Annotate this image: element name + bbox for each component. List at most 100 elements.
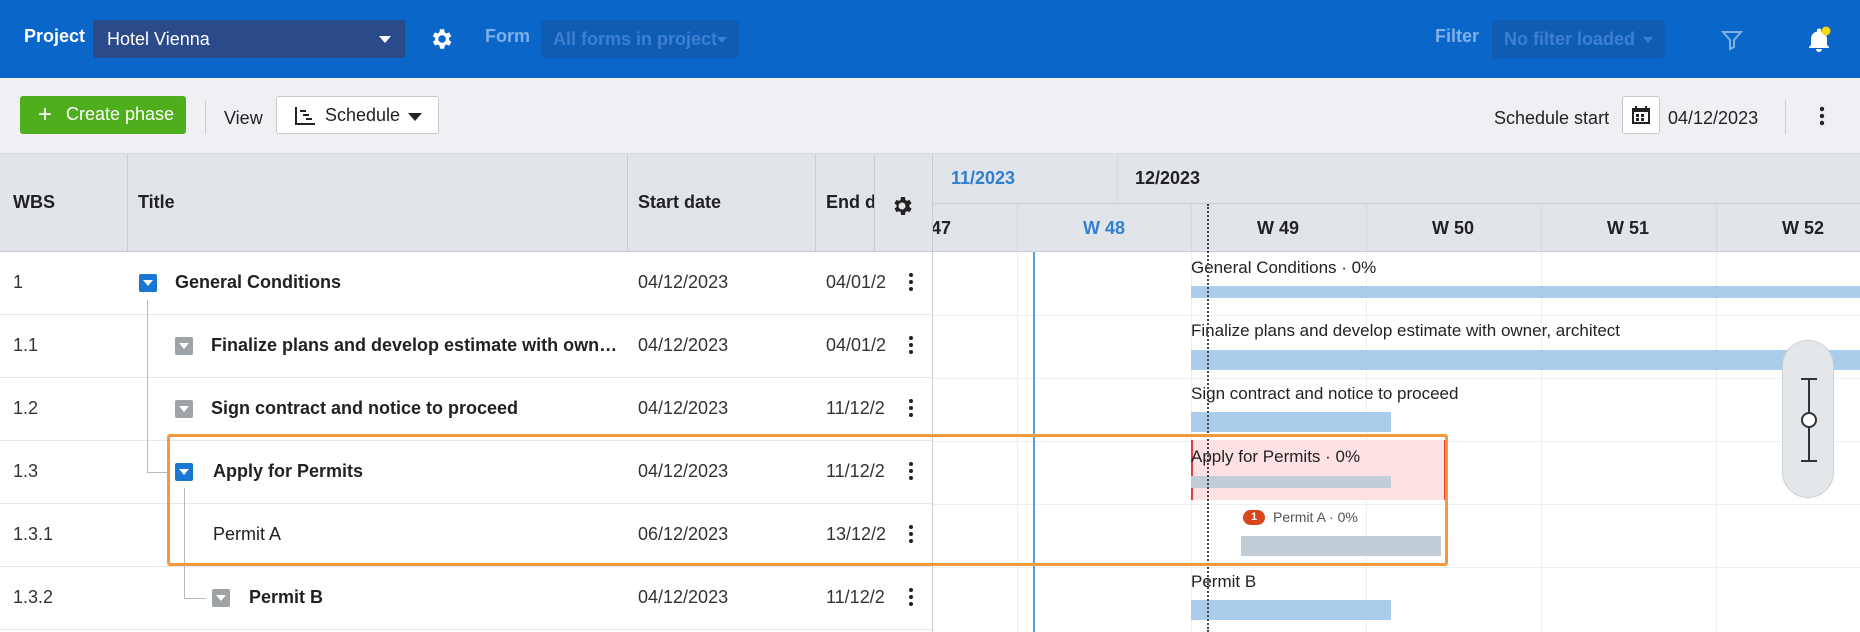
table-row[interactable]: 1.3.1 Permit A 06/12/2023 13/12/2 xyxy=(0,504,932,567)
project-label: Project xyxy=(24,26,86,46)
column-divider[interactable] xyxy=(627,154,628,252)
column-divider[interactable] xyxy=(815,154,816,252)
week-label: W 52 xyxy=(1781,218,1825,238)
row-end-date: 13/12/2 xyxy=(826,524,887,544)
today-marker xyxy=(1033,252,1035,632)
view-select[interactable]: Schedule xyxy=(276,96,439,134)
table-row[interactable]: 1.3 Apply for Permits 04/12/2023 11/12/2 xyxy=(0,441,932,504)
column-header-end-date[interactable]: End da xyxy=(826,192,876,213)
schedule-start-label: Schedule start xyxy=(1494,108,1610,128)
gantt-bar[interactable] xyxy=(1191,412,1391,432)
bar-label: General Conditions · 0% xyxy=(1191,258,1377,277)
row-menu-icon[interactable] xyxy=(902,333,920,357)
bar-label: Apply for Permits · 0% xyxy=(1191,447,1361,466)
month-label-current: 11/2023 xyxy=(951,168,1016,188)
month-label: 12/2023 xyxy=(1135,168,1201,188)
collapse-toggle-icon[interactable] xyxy=(139,274,157,292)
view-label: View xyxy=(224,108,263,128)
column-settings-gear-icon[interactable] xyxy=(890,194,914,218)
row-start-date: 04/12/2023 xyxy=(638,587,729,607)
create-phase-label: Create phase xyxy=(66,104,175,124)
column-divider xyxy=(874,154,875,252)
row-wbs: 1.2 xyxy=(13,398,39,418)
row-title[interactable]: Permit B xyxy=(249,587,619,608)
row-wbs: 1.3.2 xyxy=(13,587,54,607)
zoom-slider[interactable] xyxy=(1782,340,1834,498)
row-wbs: 1.3.1 xyxy=(13,524,54,544)
table-row[interactable]: 1.3.2 Permit B 04/12/2023 11/12/2 xyxy=(0,567,932,630)
row-start-date: 04/12/2023 xyxy=(638,398,729,418)
row-wbs: 1.3 xyxy=(13,461,39,481)
gantt-chart[interactable]: 11/2023 12/2023 47 W 48 W 49 W 50 W 51 W… xyxy=(932,154,1860,632)
week-divider xyxy=(1366,204,1367,252)
issue-count-badge[interactable]: 1 xyxy=(1243,510,1265,525)
row-wbs: 1 xyxy=(13,272,24,292)
row-end-date: 11/12/2 xyxy=(826,461,885,481)
form-select-value: All forms in project xyxy=(553,29,718,49)
row-title[interactable]: Apply for Permits xyxy=(213,461,623,482)
collapse-toggle-icon[interactable] xyxy=(175,337,193,355)
week-label: W 51 xyxy=(1606,218,1650,238)
row-start-date: 04/12/2023 xyxy=(638,461,729,481)
row-gridline xyxy=(933,315,1860,316)
gantt-month-header: 11/2023 12/2023 xyxy=(933,154,1860,204)
row-title[interactable]: General Conditions xyxy=(175,272,615,293)
row-title[interactable]: Finalize plans and develop estimate with… xyxy=(211,335,621,356)
week-gridline xyxy=(1017,252,1018,632)
row-end-date: 04/01/2 xyxy=(826,272,887,292)
calendar-icon xyxy=(1632,106,1650,124)
form-select[interactable]: All forms in project xyxy=(541,20,739,58)
bar-label: Finalize plans and develop estimate with… xyxy=(1191,321,1621,340)
gantt-bar[interactable] xyxy=(1191,600,1391,620)
row-menu-icon[interactable] xyxy=(902,396,920,420)
gantt-bar[interactable] xyxy=(1191,350,1860,370)
week-divider xyxy=(1716,204,1717,252)
week-gridline xyxy=(1541,252,1542,632)
schedule-start-date[interactable]: 04/12/2023 xyxy=(1668,108,1758,129)
calendar-button[interactable] xyxy=(1622,96,1660,134)
week-divider xyxy=(1017,204,1018,252)
chevron-down-icon xyxy=(1643,37,1653,43)
filter-icon[interactable] xyxy=(1720,28,1744,52)
project-select[interactable]: Hotel Vienna xyxy=(93,20,405,58)
tree-connector xyxy=(184,598,206,599)
column-header-start-date[interactable]: Start date xyxy=(638,192,721,213)
row-start-date: 04/12/2023 xyxy=(638,272,729,292)
column-header-title[interactable]: Title xyxy=(138,192,175,213)
more-options-icon[interactable] xyxy=(1812,104,1832,128)
collapse-toggle-icon[interactable] xyxy=(175,400,193,418)
view-select-value: Schedule xyxy=(325,105,401,125)
row-menu-icon[interactable] xyxy=(902,585,920,609)
row-menu-icon[interactable] xyxy=(902,270,920,294)
bar-label: Permit B xyxy=(1191,572,1257,591)
row-title[interactable]: Sign contract and notice to proceed xyxy=(211,398,621,419)
table-row[interactable]: 1 General Conditions 04/12/2023 04/01/2 xyxy=(0,252,932,315)
collapse-toggle-icon[interactable] xyxy=(212,589,230,607)
gantt-bar[interactable] xyxy=(1191,286,1860,298)
zoom-slider-handle[interactable] xyxy=(1801,412,1817,428)
bar-label: Sign contract and notice to proceed xyxy=(1191,384,1459,403)
week-label-current: W 48 xyxy=(1082,218,1126,238)
week-label: W 49 xyxy=(1256,218,1300,238)
filter-select[interactable]: No filter loaded xyxy=(1492,20,1665,58)
collapse-toggle-icon[interactable] xyxy=(175,463,193,481)
schedule-icon xyxy=(295,107,315,125)
table-row[interactable]: 1.2 Sign contract and notice to proceed … xyxy=(0,378,932,441)
row-menu-icon[interactable] xyxy=(902,522,920,546)
chevron-down-icon xyxy=(408,113,422,121)
column-divider[interactable] xyxy=(127,154,128,252)
gantt-bar[interactable] xyxy=(1241,536,1441,556)
gantt-summary-bar[interactable] xyxy=(1191,476,1391,488)
table-row[interactable]: 1.1 Finalize plans and develop estimate … xyxy=(0,315,932,378)
project-select-value: Hotel Vienna xyxy=(107,29,210,49)
row-menu-icon[interactable] xyxy=(902,459,920,483)
zoom-slider-track[interactable] xyxy=(1783,341,1835,499)
row-title[interactable]: Permit A xyxy=(213,524,623,545)
create-phase-button[interactable]: + Create phase xyxy=(20,96,186,134)
top-bar: Project Hotel Vienna Form All forms in p… xyxy=(0,0,1860,78)
row-end-date: 04/01/2 xyxy=(826,335,887,355)
filter-label: Filter xyxy=(1435,26,1480,46)
bell-icon[interactable] xyxy=(1806,26,1832,54)
gear-icon[interactable] xyxy=(428,26,454,52)
column-header-wbs[interactable]: WBS xyxy=(13,192,55,213)
